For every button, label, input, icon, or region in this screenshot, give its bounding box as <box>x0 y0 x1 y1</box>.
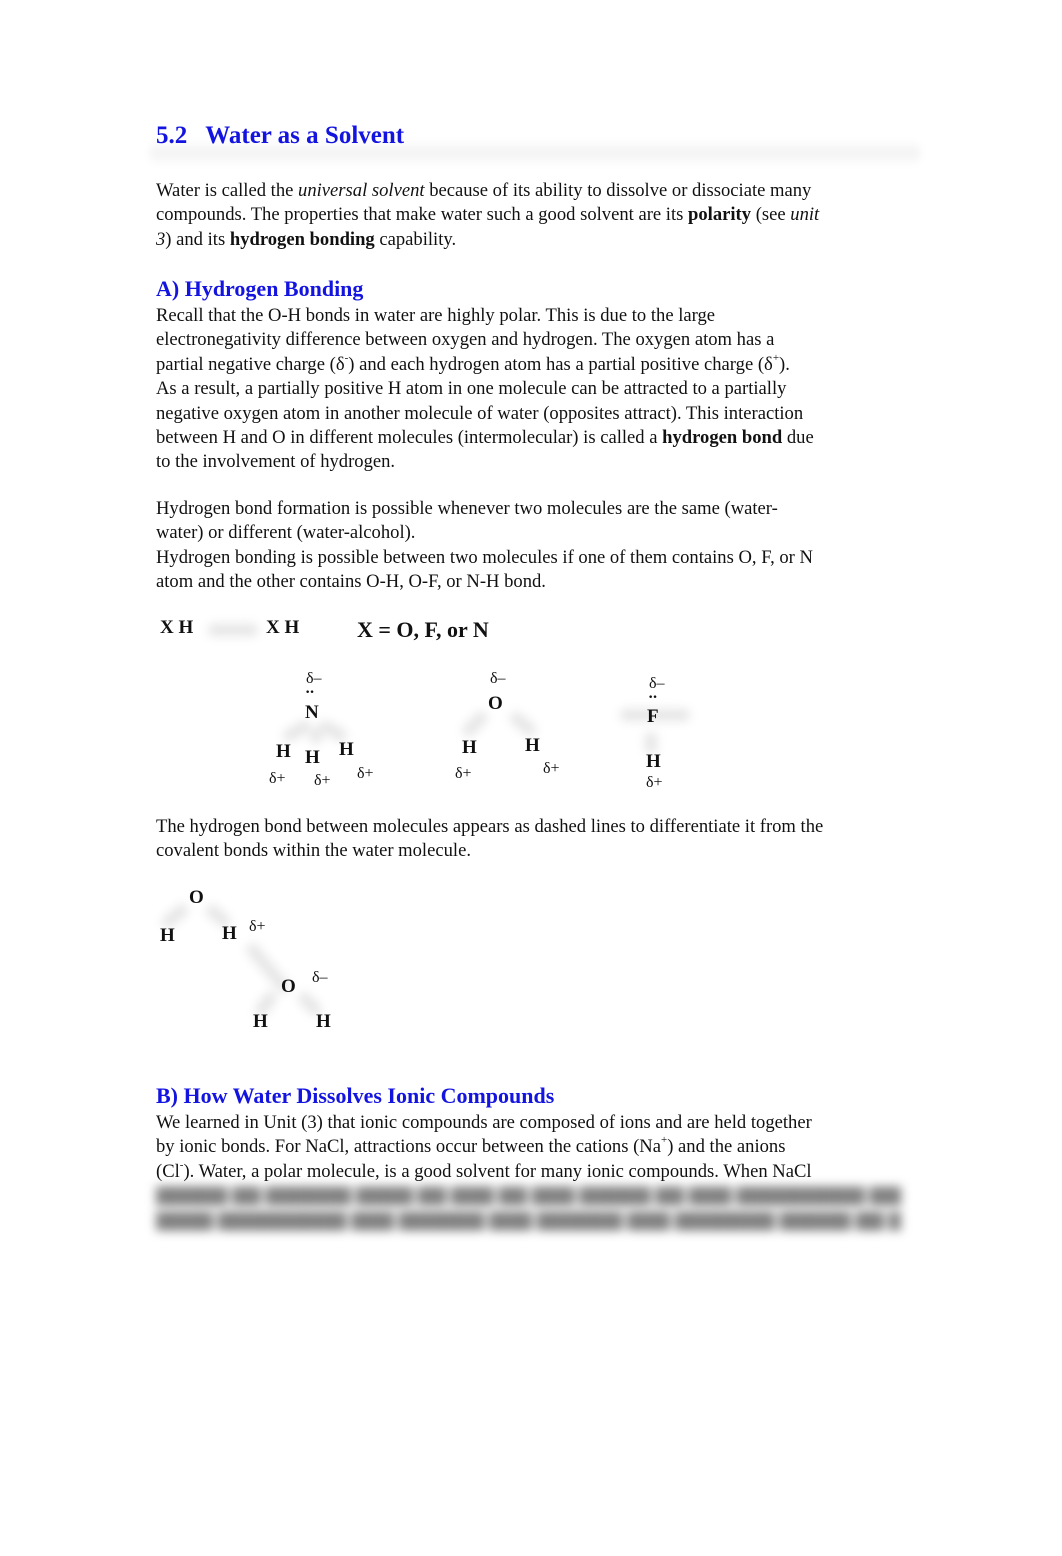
text-line: partial negative charge (δ-) and each hy… <box>156 351 790 375</box>
formation-paragraph: Hydrogen bond formation is possible when… <box>156 497 916 595</box>
term-hydrogen-bond: hydrogen bond <box>662 427 783 449</box>
lone-pair: ·· <box>648 689 658 706</box>
text-line: covalent bonds within the water molecule… <box>156 840 471 862</box>
section-heading: 5.2 Water as a Solvent <box>156 122 404 150</box>
text-line: compounds. The properties that make wate… <box>156 204 820 226</box>
text-line: As a result, a partially positive H atom… <box>156 378 787 400</box>
covalent-bond <box>507 709 539 739</box>
text-line: The hydrogen bond between molecules appe… <box>156 816 824 837</box>
hydrogen-atom: H <box>253 1011 268 1032</box>
section-title: Water as a Solvent <box>205 122 405 149</box>
hydrogen-atom: H <box>316 1011 331 1032</box>
partial-positive-charge: δ+ <box>543 760 560 777</box>
text-line: atom and the other contains O-H, O-F, or… <box>156 571 546 593</box>
partial-positive-charge: δ+ <box>314 772 331 789</box>
lone-pair: ·· <box>305 684 315 701</box>
subsection-heading-b: B) How Water Dissolves Ionic Compounds <box>156 1083 555 1108</box>
partial-positive-charge: δ+ <box>269 770 286 787</box>
hydrogen-atom: H <box>339 739 354 760</box>
oxygen-atom: O <box>189 887 204 908</box>
hydrogen-atom: H <box>462 737 477 758</box>
intro-paragraph: Water is called the universal solvent be… <box>156 179 916 252</box>
ionic-compounds-paragraph: We learned in Unit (3) that ionic compou… <box>156 1111 916 1184</box>
partial-positive-charge: δ+ <box>249 918 266 935</box>
hydrogen-atom: H <box>160 925 175 946</box>
text-line: to the involvement of hydrogen. <box>156 451 396 473</box>
oxygen-atom: O <box>281 976 296 997</box>
covalent-bond <box>281 718 313 744</box>
text-line: We learned in Unit (3) that ionic compou… <box>156 1112 812 1133</box>
text-line: Hydrogen bond formation is possible when… <box>156 498 778 519</box>
text-line: Hydrogen bonding is possible between two… <box>156 546 813 568</box>
hydrogen-atom: H <box>222 923 237 944</box>
text-line: negative oxygen atom in another molecule… <box>156 402 804 424</box>
emphasis-universal-solvent: universal solvent <box>298 180 425 201</box>
hydrogen-bond-line <box>208 624 258 636</box>
oxygen-atom: O <box>488 693 503 714</box>
text-line: water) or different (water-alcohol). <box>156 522 416 544</box>
partial-positive-charge: δ+ <box>357 765 374 782</box>
partial-negative-charge: δ– <box>490 670 506 687</box>
hydrogen-bonding-paragraph: Recall that the O-H bonds in water are h… <box>156 304 916 475</box>
document-page: 5.2 Water as a Solvent Water is called th… <box>0 0 1062 1556</box>
covalent-bond <box>310 728 322 744</box>
section-number: 5.2 <box>156 122 188 149</box>
xh-right: X H <box>266 617 300 638</box>
x-definition: X = O, F, or N <box>357 617 489 642</box>
text-line: 3) and its hydrogen bonding capability. <box>156 228 457 250</box>
term-polarity: polarity <box>688 204 752 226</box>
partial-negative-charge: δ– <box>312 969 328 986</box>
blurred-text-line: ▇▇▇▇ ▇▇▇▇▇▇▇▇▇ ▇▇▇ ▇▇▇▇▇▇ ▇▇▇ ▇▇▇▇▇▇ ▇▇▇… <box>156 1210 901 1231</box>
partial-positive-charge: δ+ <box>455 765 472 782</box>
hydrogen-atom: H <box>305 747 320 768</box>
xh-left: X H <box>160 617 194 638</box>
partial-positive-charge: δ+ <box>646 774 663 791</box>
dashed-lines-paragraph: The hydrogen bond between molecules appe… <box>156 815 916 864</box>
text-line: by ionic bonds. For NaCl, attractions oc… <box>156 1134 786 1158</box>
text-line: (Cl-). Water, a polar molecule, is a goo… <box>156 1158 812 1182</box>
text-line: Recall that the O-H bonds in water are h… <box>156 305 716 326</box>
term-hydrogen-bonding: hydrogen bonding <box>229 228 375 250</box>
text-line: electronegativity difference between oxy… <box>156 329 775 351</box>
blurred-text-line: ▇▇▇▇▇ ▇▇ ▇▇▇▇▇▇ ▇▇▇▇ ▇▇ ▇▇▇ ▇▇ ▇▇▇ ▇▇▇▇▇… <box>156 1185 901 1206</box>
hydrogen-atom: H <box>525 735 540 756</box>
covalent-bond <box>460 709 490 739</box>
fluorine-atom: F <box>647 706 659 727</box>
text-line: Water is called the universal solvent be… <box>156 180 812 201</box>
hydrogen-atom: H <box>276 741 291 762</box>
text-line: between H and O in different molecules (… <box>156 427 814 449</box>
hydrogen-atom: H <box>646 751 661 772</box>
subsection-heading-a: A) Hydrogen Bonding <box>156 276 364 301</box>
